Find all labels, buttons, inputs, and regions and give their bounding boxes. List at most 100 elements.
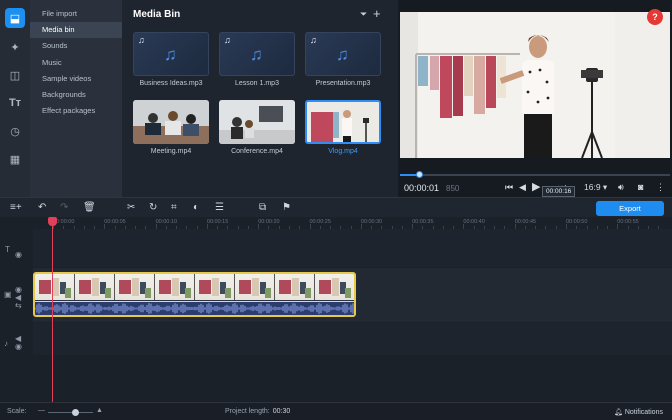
bell-icon: 🔔︎: [614, 409, 623, 416]
video-preview[interactable]: [400, 12, 670, 158]
eye-icon[interactable]: ◉: [15, 342, 22, 351]
funnel-icon[interactable]: ⏷: [360, 9, 367, 20]
marker-flag-icon[interactable]: ⚑: [282, 202, 291, 213]
filmstrip-frame: [35, 274, 75, 300]
help-button[interactable]: ?: [647, 9, 663, 25]
timecode-tooltip: 00:00:16: [542, 186, 576, 197]
ruler-label: 00:00:55: [617, 219, 639, 225]
category-item[interactable]: Music: [30, 55, 122, 71]
rotate-icon[interactable]: ↻: [149, 202, 157, 213]
ruler-label: 00:00:45: [514, 219, 537, 225]
music-file-icon: ♫: [164, 45, 177, 64]
scale-slider[interactable]: [48, 409, 93, 416]
magic-tool-button[interactable]: ✦: [5, 37, 25, 57]
step-back-icon[interactable]: ◀: [519, 182, 526, 193]
filmstrip-frame: [155, 274, 195, 300]
zoom-out-icon[interactable]: —: [38, 407, 45, 414]
filmstrip-frame: [75, 274, 115, 300]
picture-in-picture-icon[interactable]: ⧉: [259, 202, 266, 213]
stickers-tool-button[interactable]: ◷: [5, 121, 25, 141]
clip-properties-icon[interactable]: ☰: [215, 202, 224, 213]
magic-wand-icon: ✦: [10, 41, 20, 54]
music-note-icon: ♫: [138, 35, 145, 45]
music-file-icon: ♫: [336, 45, 349, 64]
title-track-icon: T: [5, 245, 10, 254]
video-clip[interactable]: [33, 272, 356, 317]
ruler-label: 00:00:25: [309, 219, 331, 225]
ruler-label: 00:00:50: [566, 219, 588, 225]
ruler-label: 00:00:20: [258, 219, 280, 225]
seekbar-handle[interactable]: [415, 171, 423, 178]
category-item[interactable]: Media bin: [30, 22, 122, 39]
redo-icon[interactable]: ↷: [60, 202, 68, 213]
more-options-icon[interactable]: ⋮: [656, 182, 665, 193]
clock-icon: ◷: [10, 125, 20, 138]
timeline-toolbar: ≡+ ↶ ↷ 🗑︎ ✂ ↻ ⌗ ◐ ☰ ⧉ ⚑ Export: [0, 197, 672, 217]
snapshot-icon[interactable]: ◙: [638, 182, 643, 192]
playhead[interactable]: [52, 223, 53, 403]
notifications-label: Notifications: [624, 409, 663, 416]
title-lane[interactable]: [33, 229, 672, 267]
music-note-icon: ♫: [310, 35, 317, 45]
empty-lane[interactable]: [33, 356, 672, 402]
ruler-label: 00:00:05: [104, 219, 126, 225]
music-file-icon: ♫: [250, 45, 263, 64]
zoom-in-icon[interactable]: ▲: [96, 407, 103, 414]
eye-icon[interactable]: ◉: [15, 250, 22, 259]
filmstrip-frame: [115, 274, 155, 300]
skip-back-icon[interactable]: ⏮: [505, 182, 513, 193]
category-item[interactable]: File import: [30, 6, 122, 22]
media-tile[interactable]: [219, 100, 295, 144]
media-tile[interactable]: ♫ ♫: [305, 32, 381, 76]
video-thumbnail: [307, 102, 379, 142]
media-bin-panel: Media Bin ⏷ + ♫ ♫ Business Ideas.mp3 ♫ ♫ Less…: [122, 0, 398, 197]
plus-icon[interactable]: +: [373, 6, 381, 21]
category-list: File import Media bin Sounds Music Sample vi…: [30, 0, 122, 197]
transitions-icon: ◫: [9, 69, 21, 82]
music-note-icon: ♫: [224, 35, 231, 45]
unlink-icon[interactable]: ⇆: [15, 301, 22, 310]
notifications-button[interactable]: 🔔︎ Notifications: [614, 408, 663, 416]
category-item[interactable]: Sample videos: [30, 71, 122, 87]
titles-tool-button[interactable]: Tт: [5, 93, 25, 113]
scale-slider-handle[interactable]: [72, 409, 79, 416]
video-thumbnail: [219, 100, 295, 144]
project-length-value: 00:30: [272, 408, 291, 415]
undo-icon[interactable]: ↶: [38, 202, 46, 213]
media-tile[interactable]: ♫ ♫: [133, 32, 209, 76]
export-button[interactable]: Export: [596, 201, 664, 216]
filmstrip-frame: [275, 274, 315, 300]
transitions-tool-button[interactable]: ◫: [5, 65, 25, 85]
split-icon[interactable]: ✂: [127, 202, 135, 213]
ruler-label: 00:00:30: [360, 219, 383, 225]
category-item[interactable]: Backgrounds: [30, 87, 122, 103]
media-tile[interactable]: [305, 100, 381, 144]
category-item[interactable]: Sounds: [30, 38, 122, 54]
more-tools-button[interactable]: ▦: [5, 149, 25, 169]
category-item[interactable]: Effect packages: [30, 103, 122, 119]
aspect-ratio-select[interactable]: 16:9 ▾: [584, 182, 607, 193]
crop-icon[interactable]: ⌗: [171, 202, 177, 213]
color-adjust-icon[interactable]: ◐: [193, 202, 199, 213]
current-timecode-ms: 850: [446, 184, 460, 193]
media-tile-label: Vlog.mp4: [328, 148, 358, 155]
volume-icon[interactable]: 🔊︎: [618, 182, 624, 193]
media-bin-title: Media Bin: [133, 9, 181, 20]
ruler-label: 00:00:40: [463, 219, 485, 225]
timeline-ruler[interactable]: 00:00:00 00:00:05 00:00:10 00:00:15 00:00:20…: [33, 217, 672, 229]
media-tile[interactable]: [133, 100, 209, 144]
add-track-icon[interactable]: ≡+: [10, 202, 22, 213]
titles-icon: Tт: [8, 97, 22, 109]
playhead-handle[interactable]: [48, 217, 57, 226]
ruler-label: 00:00:35: [412, 219, 434, 225]
video-thumbnail: [133, 100, 209, 144]
play-icon[interactable]: ▶: [532, 180, 540, 193]
media-tile-label: Meeting.mp4: [150, 148, 192, 155]
music-lane[interactable]: [33, 323, 672, 355]
delete-icon[interactable]: 🗑︎: [83, 202, 96, 213]
import-tool-button[interactable]: ⬓: [5, 8, 25, 28]
grid-icon: ▦: [9, 153, 21, 166]
media-tile[interactable]: ♫ ♫: [219, 32, 295, 76]
filmstrip-frame: [315, 274, 354, 300]
playback-seekbar[interactable]: [400, 171, 670, 178]
